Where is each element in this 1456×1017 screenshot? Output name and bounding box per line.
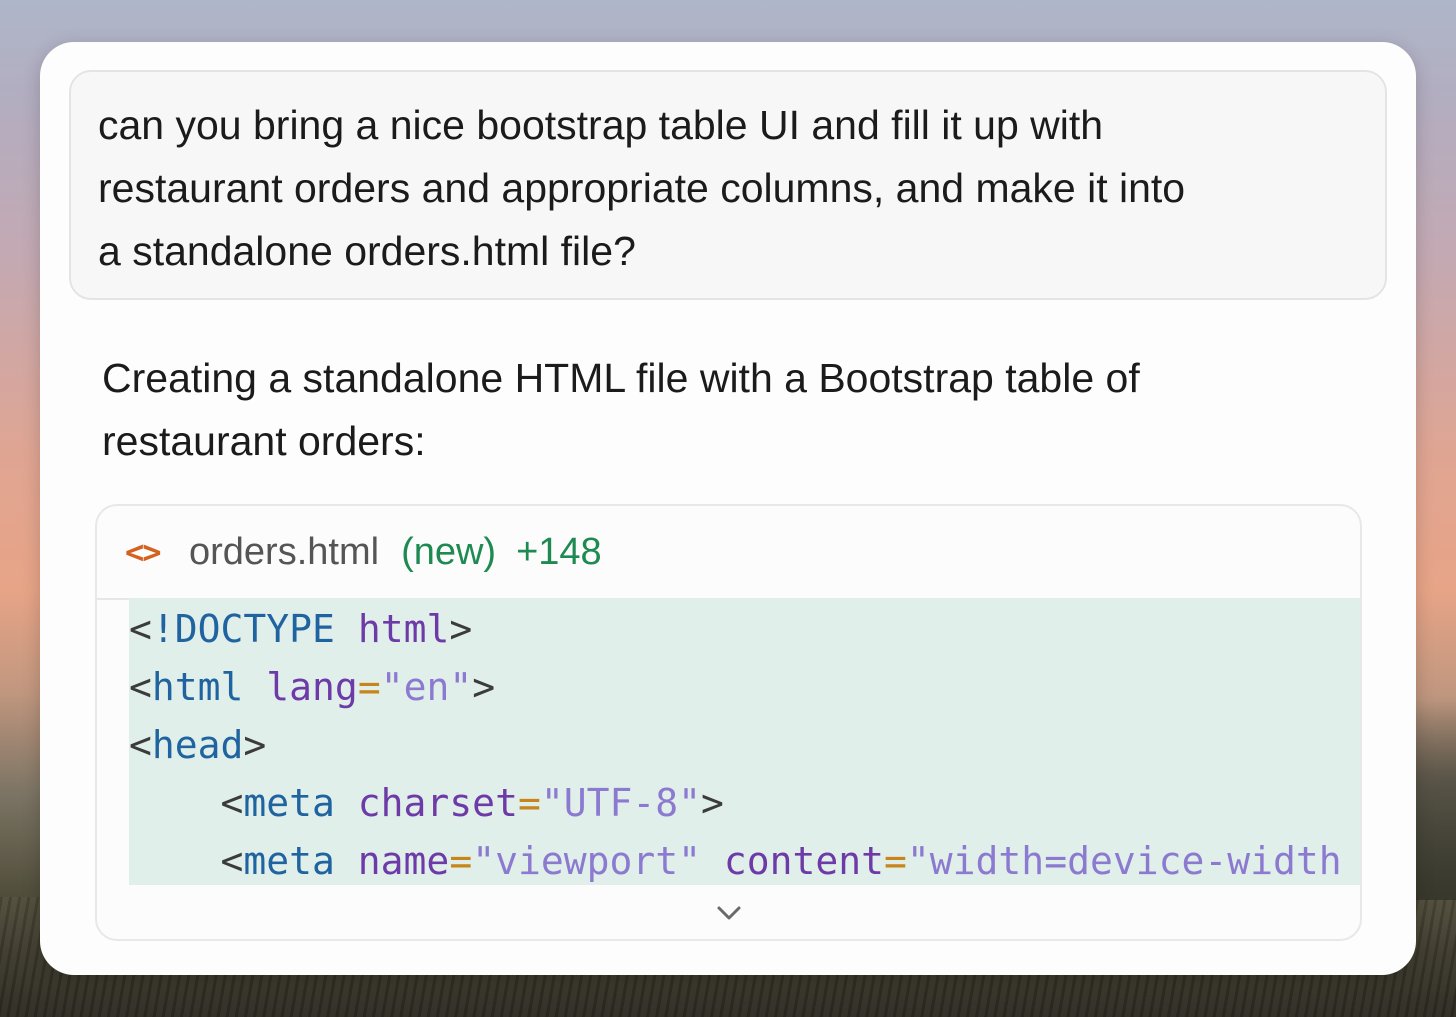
code-lines: <!DOCTYPE html> <html lang="en"> <head> <m…: [129, 598, 1360, 885]
code-token: <: [129, 781, 244, 825]
code-token: !DOCTYPE: [151, 607, 335, 651]
code-icon: <>: [125, 533, 162, 571]
code-token: "en": [380, 665, 473, 709]
assistant-message-line: restaurant orders:: [102, 418, 426, 464]
code-token: "UTF-8": [540, 781, 701, 825]
code-token: >: [449, 607, 473, 651]
code-token: =: [357, 665, 381, 709]
code-preview: <!DOCTYPE html> <html lang="en"> <head> <m…: [129, 598, 1360, 885]
user-message-line: restaurant orders and appropriate column…: [98, 165, 1186, 211]
assistant-message-line: Creating a standalone HTML file with a B…: [102, 355, 1140, 401]
code-token: "width=device-width: [906, 839, 1342, 883]
code-token: >: [701, 781, 724, 825]
code-token: =: [517, 781, 541, 825]
code-token: charset: [357, 781, 518, 825]
code-token: <: [129, 723, 152, 767]
code-token: =: [449, 839, 473, 883]
added-lines-count: +148: [516, 530, 602, 573]
code-file-header[interactable]: <> orders.html (new) +148: [97, 506, 1360, 600]
code-filename: orders.html: [189, 530, 380, 573]
code-token: html: [357, 607, 450, 651]
code-token: =: [884, 839, 907, 883]
assistant-message: Creating a standalone HTML file with a B…: [102, 347, 1302, 473]
code-token: lang: [266, 665, 358, 709]
code-line: <!DOCTYPE html>: [129, 600, 1360, 658]
code-token: head: [151, 723, 244, 767]
code-file-card[interactable]: <> orders.html (new) +148 <!DOCTYPE html…: [95, 504, 1362, 941]
code-token: meta: [243, 839, 335, 883]
code-token: content: [723, 839, 885, 883]
code-token: <: [129, 665, 152, 709]
code-line: <meta charset="UTF-8">: [129, 774, 1360, 832]
code-token: name: [357, 839, 450, 883]
code-token: "viewport": [472, 839, 701, 883]
code-token: <: [129, 607, 152, 651]
file-status-badge: (new): [401, 530, 497, 573]
user-message-bubble: can you bring a nice bootstrap table UI …: [69, 70, 1387, 300]
code-line: <html lang="en">: [129, 658, 1360, 716]
code-line: <meta name="viewport" content="width=dev…: [129, 832, 1360, 885]
user-message-line: can you bring a nice bootstrap table UI …: [98, 102, 1104, 148]
code-line: <head>: [129, 716, 1360, 774]
chevron-down-icon[interactable]: [714, 901, 744, 925]
code-token: >: [472, 665, 496, 709]
code-token: meta: [243, 781, 335, 825]
chat-window: can you bring a nice bootstrap table UI …: [40, 42, 1416, 975]
code-token: html: [151, 665, 244, 709]
code-token: <: [129, 839, 244, 883]
user-message-line: a standalone orders.html file?: [98, 228, 636, 274]
code-token: >: [243, 723, 267, 767]
